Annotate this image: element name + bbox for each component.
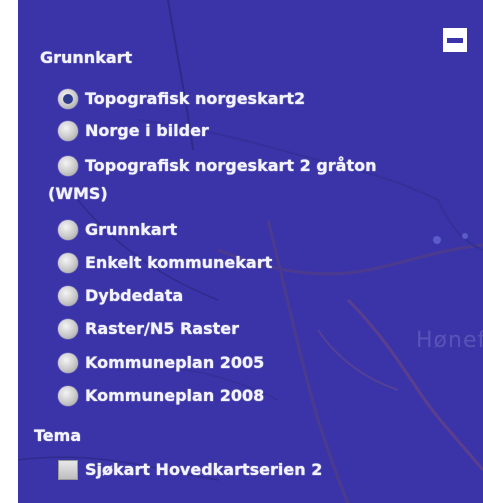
layer-panel: Hønef Grunnkart Topografisk norgeskart2 …	[18, 0, 483, 503]
layer-label: Grunnkart	[85, 220, 178, 239]
radio-button[interactable]	[58, 156, 78, 176]
map-background	[18, 0, 483, 503]
radio-button[interactable]	[58, 353, 78, 373]
map-place-label: Hønef	[416, 328, 483, 353]
layer-label: Norge i bilder	[85, 121, 209, 140]
layer-label: Kommuneplan 2005	[85, 353, 265, 372]
collapse-button[interactable]	[441, 26, 469, 54]
radio-button[interactable]	[58, 386, 78, 406]
group-heading-grunnkart: Grunnkart	[40, 48, 133, 67]
layer-label: Topografisk norgeskart2	[85, 89, 306, 108]
layer-label: Dybdedata	[85, 286, 184, 305]
minus-icon	[447, 38, 463, 43]
group-heading-tema: Tema	[34, 426, 82, 445]
radio-button[interactable]	[58, 253, 78, 273]
layer-label: Enkelt kommunekart	[85, 253, 273, 272]
radio-button-selected[interactable]	[58, 89, 78, 109]
radio-button[interactable]	[58, 121, 78, 141]
layer-label-continuation: (WMS)	[48, 184, 108, 203]
layer-label: Raster/N5 Raster	[85, 319, 239, 338]
layer-label: Sjøkart Hovedkartserien 2	[85, 460, 323, 479]
radio-button[interactable]	[58, 220, 78, 240]
radio-button[interactable]	[58, 319, 78, 339]
radio-button[interactable]	[58, 286, 78, 306]
layer-label: Topografisk norgeskart 2 gråton	[85, 156, 377, 175]
layer-label: Kommuneplan 2008	[85, 386, 265, 405]
checkbox[interactable]	[58, 460, 78, 480]
